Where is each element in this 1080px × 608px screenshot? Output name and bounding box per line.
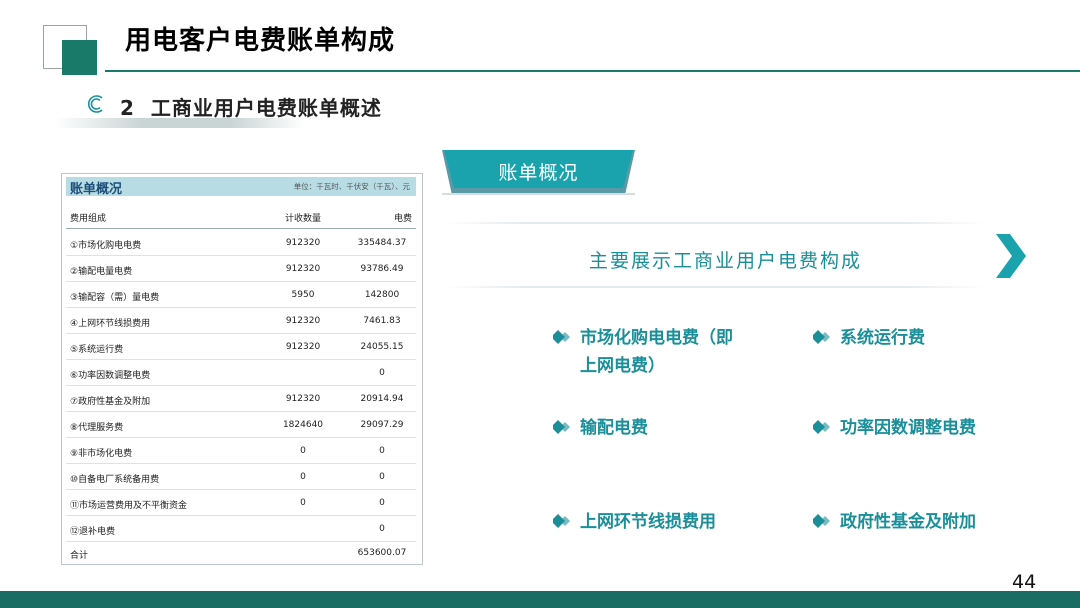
- row-fee: 0: [379, 498, 385, 508]
- table-row: ③输配容（需）量电费 5950 142800: [66, 282, 416, 308]
- row-item: ②输配电量电费: [70, 267, 133, 277]
- row-fee: 93786.49: [360, 264, 404, 274]
- row-fee: 653600.07: [357, 548, 407, 558]
- row-item: ①市场化购电电费: [70, 241, 142, 251]
- row-quantity: 0: [300, 446, 306, 456]
- item-transmission: 输配电费: [580, 418, 648, 438]
- row-quantity: 5950: [291, 290, 315, 300]
- table-row: ④上网环节线损费用 912320 7461.83: [66, 308, 416, 334]
- page-number: 44: [1012, 571, 1037, 593]
- row-item: ⑤系统运行费: [70, 345, 124, 355]
- table-row: ⑨非市场化电费 0 0: [66, 438, 416, 464]
- column-header-quantity: 计收数量: [284, 214, 321, 224]
- column-header-component: 费用组成: [70, 214, 107, 224]
- item-system-operation: 系统运行费: [840, 328, 925, 348]
- table-row: ⑪市场运营费用及不平衡资金 0 0: [66, 490, 416, 516]
- overview-main-text: 主要展示工商业用户电费构成: [589, 250, 863, 272]
- row-item: ⑩自备电厂系统备用费: [70, 475, 160, 485]
- row-item: ③输配容（需）量电费: [70, 293, 160, 303]
- item-line-loss: 上网环节线损费用: [580, 512, 716, 532]
- header-rule: [105, 70, 1080, 72]
- row-fee: 0: [379, 368, 385, 378]
- row-quantity: 912320: [285, 342, 321, 352]
- bill-table: 账单概况 单位：千瓦时、千伏安（千瓦）、元 费用组成 计收数量 电费 ①市场化购…: [61, 173, 423, 565]
- diamond-bullet-icon: [813, 514, 830, 528]
- table-row-total: 合计 653600.07: [66, 540, 416, 565]
- item-label-line2: 上网电费）: [580, 356, 665, 376]
- row-item: ④上网环节线损费用: [70, 319, 151, 329]
- section-title-text: 工商业用户电费账单概述: [150, 96, 382, 120]
- table-row: ②输配电量电费 912320 93786.49: [66, 256, 416, 282]
- row-quantity: 912320: [285, 264, 321, 274]
- row-item: ⑪市场运营费用及不平衡资金: [70, 501, 188, 511]
- row-item: ⑥功率因数调整电费: [70, 371, 151, 381]
- row-item: ⑦政府性基金及附加: [70, 397, 151, 407]
- row-item: ⑨非市场化电费: [70, 449, 133, 459]
- bill-header: 账单概况 单位：千瓦时、千伏安（千瓦）、元: [66, 177, 416, 197]
- diamond-bullet-icon: [553, 514, 570, 528]
- page-title: 用电客户电费账单构成: [125, 26, 396, 56]
- diamond-bullet-icon: [813, 330, 830, 344]
- bill-column-headers: 费用组成 计收数量 电费: [66, 204, 416, 229]
- table-row: ⑥功率因数调整电费 0: [66, 360, 416, 386]
- table-row: ⑩自备电厂系统备用费 0 0: [66, 464, 416, 490]
- bill-title: 账单概况: [70, 182, 123, 197]
- row-fee: 0: [379, 472, 385, 482]
- table-row: ⑦政府性基金及附加 912320 20914.94: [66, 386, 416, 412]
- row-item: ⑫退补电费: [70, 527, 116, 537]
- table-row: ⑤系统运行费 912320 24055.15: [66, 334, 416, 360]
- row-quantity: 1824640: [282, 420, 324, 430]
- item-government-fund: 政府性基金及附加: [840, 512, 976, 532]
- row-fee: 7461.83: [363, 316, 401, 326]
- item-market-purchase: 市场化购电电费（即 上网电费）: [580, 324, 733, 380]
- diamond-bullet-icon: [813, 420, 830, 434]
- diamond-bullet-icon: [553, 420, 570, 434]
- table-row: ①市场化购电电费 912320 335484.37: [66, 230, 416, 256]
- row-fee: 0: [379, 524, 385, 534]
- item-label-line1: 市场化购电电费（即: [580, 328, 733, 348]
- row-fee: 20914.94: [360, 394, 404, 404]
- row-fee: 29097.29: [360, 420, 404, 430]
- row-quantity: 912320: [285, 316, 321, 326]
- bill-unit: 单位：千瓦时、千伏安（千瓦）、元: [293, 182, 410, 191]
- item-power-factor: 功率因数调整电费: [840, 418, 976, 438]
- row-quantity: 912320: [285, 394, 321, 404]
- section-ring-icon: [87, 95, 103, 113]
- row-fee: 335484.37: [357, 238, 407, 248]
- chevron-right-icon: [996, 234, 1026, 278]
- row-fee: 24055.15: [360, 342, 404, 352]
- row-fee: 0: [379, 446, 385, 456]
- row-item: ⑧代理服务费: [70, 423, 124, 433]
- row-fee: 142800: [364, 290, 400, 300]
- section-number: 2: [120, 96, 135, 120]
- row-quantity: 0: [300, 498, 306, 508]
- column-header-fee: 电费: [393, 214, 412, 224]
- diamond-bullet-icon: [553, 330, 570, 344]
- row-quantity: 0: [300, 472, 306, 482]
- row-quantity: 912320: [285, 238, 321, 248]
- row-item: 合计: [70, 551, 89, 561]
- footer-bar: [0, 591, 1080, 608]
- table-row: ⑧代理服务费 1824640 29097.29: [66, 412, 416, 438]
- divider-bottom: [445, 286, 985, 288]
- header-decoration-square: [62, 40, 97, 75]
- section-title: 2 工商业用户电费账单概述: [120, 92, 382, 121]
- overview-tab-label: 账单概况: [498, 162, 579, 184]
- divider-top: [445, 222, 985, 224]
- table-row: ⑫退补电费 0: [66, 516, 416, 542]
